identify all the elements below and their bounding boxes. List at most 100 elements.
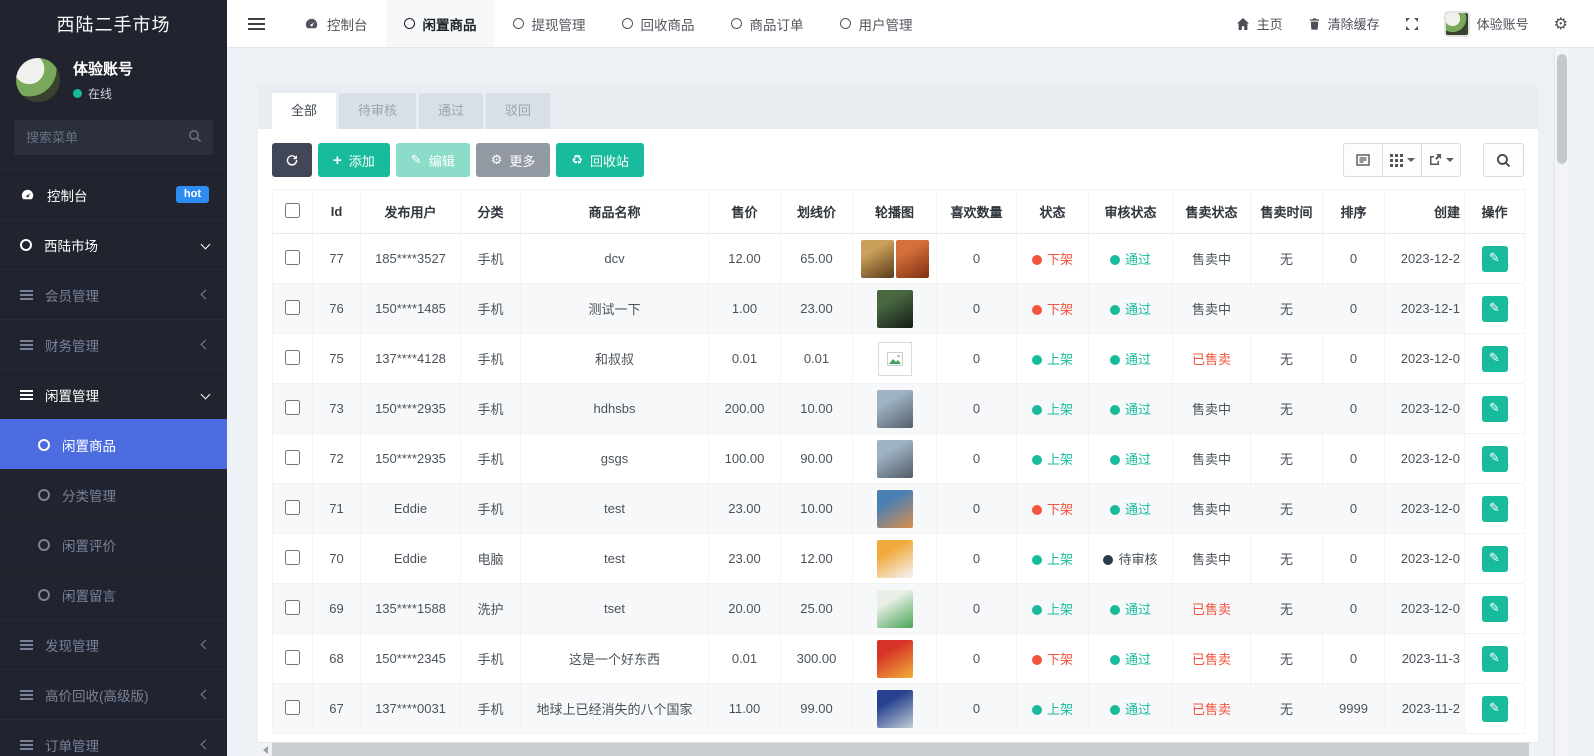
- user-menu[interactable]: 体验账号: [1444, 11, 1529, 37]
- sidebar-item-premium-recycle[interactable]: 高价回收(高级版): [0, 669, 227, 719]
- clear-cache-link[interactable]: 清除缓存: [1308, 14, 1380, 33]
- topnav-tab-dashboard[interactable]: 控制台: [286, 0, 386, 47]
- horizontal-scrollbar-thumb[interactable]: [272, 743, 1529, 756]
- row-checkbox[interactable]: [285, 300, 300, 315]
- avatar[interactable]: [16, 58, 60, 102]
- gears-icon: ⚙︎: [1554, 16, 1568, 32]
- sidebar-item-dashboard[interactable]: 控制台hot: [0, 169, 227, 219]
- topnav-tab-user-mgmt[interactable]: 用户管理: [822, 0, 931, 47]
- circle-icon: [20, 239, 32, 251]
- menu-search-input[interactable]: [14, 120, 213, 155]
- row-edit-button[interactable]: ✎︎: [1482, 346, 1508, 372]
- fullscreen-button[interactable]: [1405, 17, 1419, 31]
- product-thumbnail[interactable]: [877, 440, 913, 478]
- row-checkbox[interactable]: [285, 700, 300, 715]
- sidebar-item-idle-message[interactable]: 闲置留言: [0, 569, 227, 619]
- row-checkbox[interactable]: [285, 650, 300, 665]
- detail-view-button[interactable]: [1343, 143, 1383, 177]
- product-thumbnail[interactable]: [877, 690, 913, 728]
- refresh-button[interactable]: [272, 143, 312, 177]
- row-checkbox[interactable]: [285, 450, 300, 465]
- home-icon: [1236, 17, 1250, 31]
- cell-publisher: 150****2935: [361, 384, 461, 434]
- more-button[interactable]: ⚙︎ 更多: [476, 143, 551, 177]
- topnav-tab-idle-goods[interactable]: 闲置商品: [386, 0, 495, 47]
- home-link[interactable]: 主页: [1236, 14, 1283, 33]
- status-label: 待审核: [1118, 552, 1157, 567]
- product-thumbnail[interactable]: [877, 490, 913, 528]
- row-edit-button[interactable]: ✎︎: [1482, 496, 1508, 522]
- sidebar-item-category-mgmt[interactable]: 分类管理: [0, 469, 227, 519]
- row-edit-button[interactable]: ✎︎: [1482, 646, 1508, 672]
- row-checkbox[interactable]: [285, 550, 300, 565]
- product-thumbnail[interactable]: [896, 240, 929, 278]
- sidebar-item-idle-mgmt[interactable]: 闲置管理: [0, 369, 227, 419]
- vertical-scrollbar-thumb[interactable]: [1557, 54, 1567, 164]
- cell-likes: 0: [937, 284, 1017, 334]
- filter-tab-rejected[interactable]: 驳回: [486, 93, 550, 129]
- row-checkbox[interactable]: [285, 400, 300, 415]
- row-edit-button[interactable]: ✎︎: [1482, 696, 1508, 722]
- product-thumbnail[interactable]: [877, 290, 913, 328]
- cell-carousel: [853, 634, 937, 684]
- row-edit-button[interactable]: ✎︎: [1482, 296, 1508, 322]
- row-checkbox[interactable]: [285, 600, 300, 615]
- export-button[interactable]: [1421, 143, 1461, 177]
- topnav-tab-withdraw-mgmt[interactable]: 提现管理: [495, 0, 604, 47]
- filter-tab-all[interactable]: 全部: [272, 93, 336, 129]
- product-thumbnail[interactable]: [877, 540, 913, 578]
- sidebar-item-xilu-market[interactable]: 西陆市场: [0, 219, 227, 269]
- row-checkbox[interactable]: [285, 500, 300, 515]
- row-checkbox[interactable]: [285, 250, 300, 265]
- sidebar-item-idle-goods[interactable]: 闲置商品: [0, 419, 227, 469]
- cell-carousel: [853, 584, 937, 634]
- columns-toggle-button[interactable]: [1382, 143, 1422, 177]
- cell-select: [273, 384, 313, 434]
- scroll-left-arrow[interactable]: [258, 743, 272, 756]
- table-header-row: Id发布用户分类商品名称售价划线价轮播图喜欢数量状态审核状态售卖状态售卖时间排序…: [273, 190, 1525, 234]
- row-edit-button[interactable]: ✎︎: [1482, 396, 1508, 422]
- broken-image-icon[interactable]: [878, 342, 912, 376]
- edit-button[interactable]: ✎︎ 编辑: [396, 143, 470, 177]
- row-edit-button[interactable]: ✎︎: [1482, 546, 1508, 572]
- product-thumbnail[interactable]: [861, 240, 894, 278]
- cell-sale-time: 无: [1251, 484, 1323, 534]
- sidebar-item-member-mgmt[interactable]: 会员管理: [0, 269, 227, 319]
- filter-tab-pending[interactable]: 待审核: [339, 93, 416, 129]
- carousel-thumbnails: [857, 590, 932, 628]
- row-edit-button[interactable]: ✎︎: [1482, 596, 1508, 622]
- topnav-tab-recycle-goods[interactable]: 回收商品: [604, 0, 713, 47]
- cell-price: 23.00: [709, 484, 781, 534]
- list-icon: [20, 390, 33, 400]
- sidebar-item-discover-mgmt[interactable]: 发现管理: [0, 619, 227, 669]
- chevron-left-icon: [201, 690, 211, 700]
- sidebar-item-idle-review[interactable]: 闲置评价: [0, 519, 227, 569]
- search-toggle-button[interactable]: [1483, 143, 1524, 177]
- select-all-checkbox[interactable]: [285, 203, 300, 218]
- recycle-bin-button[interactable]: ♻︎ 回收站: [556, 143, 644, 177]
- cell-actions: ✎︎: [1465, 484, 1525, 534]
- filter-tab-approved[interactable]: 通过: [419, 93, 483, 129]
- cell-category: 手机: [461, 484, 521, 534]
- menu-toggle-icon[interactable]: [248, 18, 265, 30]
- search-icon: [1496, 153, 1511, 168]
- vertical-scrollbar[interactable]: [1554, 48, 1568, 756]
- product-thumbnail[interactable]: [877, 590, 913, 628]
- product-thumbnail[interactable]: [877, 390, 913, 428]
- status-label: 通过: [1125, 302, 1151, 317]
- row-edit-button[interactable]: ✎︎: [1482, 246, 1508, 272]
- status-label: 通过: [1125, 602, 1151, 617]
- sidebar-item-order-mgmt[interactable]: 订单管理: [0, 719, 227, 756]
- settings-button[interactable]: ⚙︎: [1554, 16, 1568, 32]
- row-checkbox[interactable]: [285, 350, 300, 365]
- column-header: 排序: [1323, 190, 1385, 234]
- chevron-left-icon: [201, 290, 211, 300]
- product-thumbnail[interactable]: [877, 640, 913, 678]
- sidebar-item-finance-mgmt[interactable]: 财务管理: [0, 319, 227, 369]
- list-icon: [20, 640, 33, 650]
- add-button[interactable]: + 添加: [318, 143, 390, 177]
- horizontal-scrollbar[interactable]: [258, 742, 1538, 756]
- topnav-tab-goods-orders[interactable]: 商品订单: [713, 0, 822, 47]
- row-edit-button[interactable]: ✎︎: [1482, 446, 1508, 472]
- column-header: 售卖时间: [1251, 190, 1323, 234]
